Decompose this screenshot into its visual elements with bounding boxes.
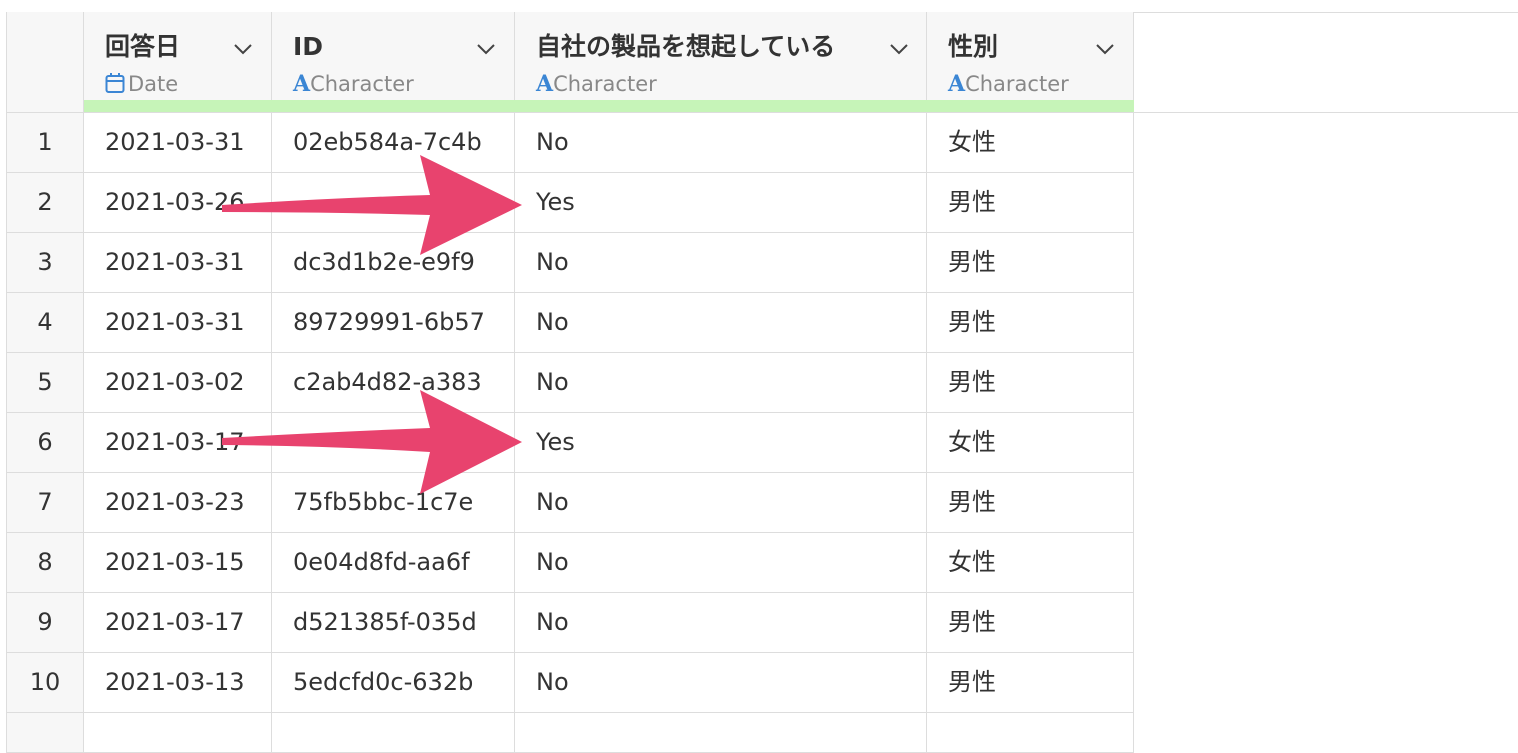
annotation-arrow-row-2: [222, 155, 522, 255]
annotation-arrow-row-6: [222, 390, 522, 494]
annotation-arrows: [222, 155, 522, 494]
data-table: 回答日 Date ID ACharacter 自社の製品を想起している ACha…: [0, 0, 1518, 753]
